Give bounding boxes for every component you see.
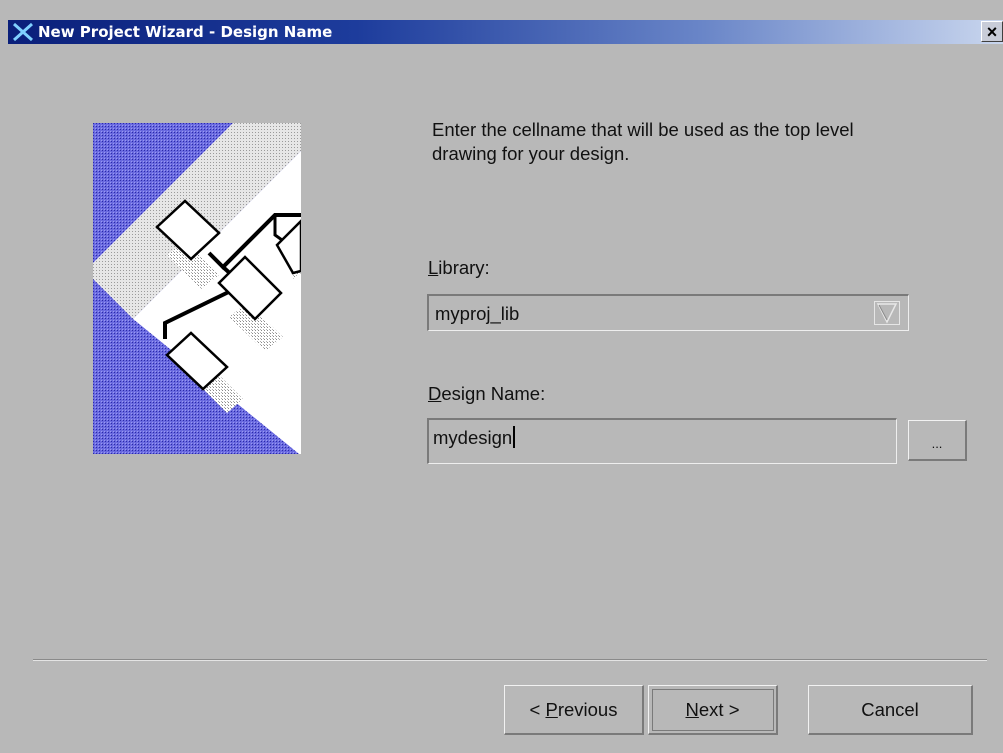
design-name-label: Design Name: [428,383,545,405]
next-mnemonic: N [685,699,699,720]
library-dropdown[interactable]: myproj_lib [427,294,909,331]
design-name-value: mydesign [433,427,513,448]
next-button[interactable]: Next > [648,685,778,735]
library-label: Library: [428,257,490,279]
dropdown-arrow-icon[interactable] [874,301,900,325]
button-separator [33,659,987,661]
title-bar: New Project Wizard - Design Name × [8,20,1003,44]
library-label-rest: ibrary: [438,257,490,278]
library-value: myproj_lib [435,303,520,324]
close-button[interactable]: × [981,21,1003,42]
text-caret [513,426,516,448]
xilinx-logo-icon [13,22,33,42]
previous-rest: revious [557,699,618,720]
next-rest: ext > [698,699,740,720]
cancel-button[interactable]: Cancel [808,685,973,735]
design-name-label-mnemonic: D [428,383,442,404]
library-label-mnemonic: L [428,257,439,278]
design-name-input[interactable]: mydesign [427,418,897,464]
browse-button[interactable]: ... [908,420,967,461]
previous-button[interactable]: < Previous [504,685,644,735]
previous-prefix: < [529,699,546,720]
design-name-label-rest: esign Name: [441,383,546,404]
instructions-text: Enter the cellname that will be used as … [432,119,854,164]
window-title: New Project Wizard - Design Name [38,23,333,41]
previous-mnemonic: P [545,699,558,720]
wizard-illustration [93,123,301,454]
